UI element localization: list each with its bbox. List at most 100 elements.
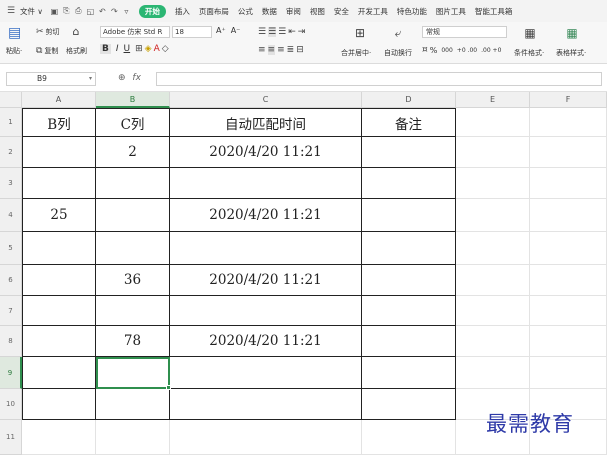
cell-e5[interactable] bbox=[456, 232, 530, 265]
cell-b5[interactable] bbox=[96, 232, 170, 265]
row-header-6[interactable]: 6 bbox=[0, 265, 22, 296]
row-header-10[interactable]: 10 bbox=[0, 389, 22, 420]
cell-b10[interactable] bbox=[96, 389, 170, 420]
cell-e4[interactable] bbox=[456, 199, 530, 232]
zoom-icon[interactable]: ⊕ bbox=[118, 73, 126, 83]
file-menu[interactable]: 文件 ∨ bbox=[20, 6, 43, 17]
cell-a2[interactable] bbox=[22, 137, 96, 168]
align-center-icon[interactable]: ≡ bbox=[267, 45, 276, 55]
tab-developer[interactable]: 开发工具 bbox=[358, 6, 388, 17]
merge-center-button[interactable]: 合并居中· bbox=[341, 48, 371, 58]
cell-a8[interactable] bbox=[22, 326, 96, 357]
column-header-e[interactable]: E bbox=[456, 92, 530, 108]
column-header-b[interactable]: B bbox=[96, 92, 170, 108]
row-header-1[interactable]: 1 bbox=[0, 108, 22, 137]
cell-d6[interactable] bbox=[362, 265, 456, 296]
quick-access-dropdown-icon[interactable]: ▿ bbox=[121, 7, 132, 16]
cell-d9[interactable] bbox=[362, 357, 456, 389]
tab-view[interactable]: 视图 bbox=[310, 6, 325, 17]
shrink-font-button[interactable]: A⁻ bbox=[231, 26, 241, 35]
cut-button[interactable]: ✂ 剪切 bbox=[36, 27, 60, 37]
decrease-indent-icon[interactable]: ⇤ bbox=[288, 27, 296, 37]
cell-c2[interactable]: 2020/4/20 11:21 bbox=[170, 137, 362, 168]
cell-a6[interactable] bbox=[22, 265, 96, 296]
format-painter-button[interactable]: ⌂ bbox=[70, 25, 82, 38]
align-bottom-icon[interactable]: ☰ bbox=[278, 27, 286, 37]
wrap-text-button[interactable]: 自动换行 bbox=[384, 48, 412, 58]
increase-decimal-button[interactable]: +0 .00 bbox=[457, 47, 477, 54]
cell-f1[interactable] bbox=[530, 108, 607, 137]
cell-b7[interactable] bbox=[96, 296, 170, 326]
cell-b4[interactable] bbox=[96, 199, 170, 232]
menu-icon[interactable]: ☰ bbox=[4, 6, 18, 16]
name-box[interactable]: B9 ▾ bbox=[6, 72, 96, 86]
cell-c6[interactable]: 2020/4/20 11:21 bbox=[170, 265, 362, 296]
align-top-icon[interactable]: ☰ bbox=[258, 27, 266, 37]
table-style-button[interactable]: 表格样式· bbox=[556, 48, 586, 58]
column-header-d[interactable]: D bbox=[362, 92, 456, 108]
border-icon[interactable]: ⊞ bbox=[135, 44, 143, 54]
percent-button[interactable]: % bbox=[430, 46, 438, 55]
paste-label[interactable]: 粘贴· bbox=[6, 46, 22, 56]
print-icon[interactable]: ⎙ bbox=[73, 6, 84, 16]
cell-b9[interactable] bbox=[96, 357, 170, 389]
number-format-select[interactable]: 常规 bbox=[422, 26, 507, 38]
cell-c3[interactable] bbox=[170, 168, 362, 199]
bold-button[interactable]: B bbox=[100, 44, 111, 54]
cell-a9[interactable] bbox=[22, 357, 96, 389]
cell-c10[interactable] bbox=[170, 389, 362, 420]
print-preview-icon[interactable]: ◱ bbox=[85, 7, 96, 16]
cell-b1[interactable]: C列 bbox=[96, 108, 170, 137]
font-name-select[interactable]: Adobe 仿宋 Std R bbox=[100, 26, 170, 38]
thousands-button[interactable]: 000 bbox=[441, 47, 452, 54]
cell-c5[interactable] bbox=[170, 232, 362, 265]
cell-a1[interactable]: B列 bbox=[22, 108, 96, 137]
column-header-f[interactable]: F bbox=[530, 92, 607, 108]
cell-d5[interactable] bbox=[362, 232, 456, 265]
cell-d7[interactable] bbox=[362, 296, 456, 326]
cell-a11[interactable] bbox=[22, 420, 96, 455]
cell-a4[interactable]: 25 bbox=[22, 199, 96, 232]
cell-f2[interactable] bbox=[530, 137, 607, 168]
cell-b2[interactable]: 2 bbox=[96, 137, 170, 168]
cell-f9[interactable] bbox=[530, 357, 607, 389]
increase-indent-icon[interactable]: ⇥ bbox=[298, 27, 306, 37]
tab-smart-toolbox[interactable]: 智能工具箱 bbox=[475, 6, 513, 17]
cell-f7[interactable] bbox=[530, 296, 607, 326]
cell-b8[interactable]: 78 bbox=[96, 326, 170, 357]
cell-b11[interactable] bbox=[96, 420, 170, 455]
tab-start[interactable]: 开始 bbox=[138, 4, 166, 18]
row-header-11[interactable]: 11 bbox=[0, 420, 22, 455]
underline-button[interactable]: U bbox=[124, 44, 131, 54]
row-header-9[interactable]: 9 bbox=[0, 357, 22, 389]
save-icon[interactable]: ▣ bbox=[49, 7, 60, 16]
cell-d2[interactable] bbox=[362, 137, 456, 168]
tab-security[interactable]: 安全 bbox=[334, 6, 349, 17]
row-header-2[interactable]: 2 bbox=[0, 137, 22, 168]
cell-d11[interactable] bbox=[362, 420, 456, 455]
cell-a7[interactable] bbox=[22, 296, 96, 326]
cell-e8[interactable] bbox=[456, 326, 530, 357]
cell-f3[interactable] bbox=[530, 168, 607, 199]
clear-format-icon[interactable]: ◇ bbox=[162, 44, 169, 54]
cell-c7[interactable] bbox=[170, 296, 362, 326]
tab-formulas[interactable]: 公式 bbox=[238, 6, 253, 17]
cell-c9[interactable] bbox=[170, 357, 362, 389]
formula-input[interactable] bbox=[156, 72, 602, 86]
align-right-icon[interactable]: ≡ bbox=[277, 45, 285, 55]
cell-f4[interactable] bbox=[530, 199, 607, 232]
cell-d8[interactable] bbox=[362, 326, 456, 357]
distribute-icon[interactable]: ⊟ bbox=[296, 45, 304, 55]
name-box-dropdown-icon[interactable]: ▾ bbox=[89, 73, 92, 85]
cell-a3[interactable] bbox=[22, 168, 96, 199]
tab-picture-tools[interactable]: 图片工具 bbox=[436, 6, 466, 17]
decrease-decimal-button[interactable]: .00 +0 bbox=[481, 47, 501, 54]
row-header-8[interactable]: 8 bbox=[0, 326, 22, 357]
cell-c1[interactable]: 自动匹配时间 bbox=[170, 108, 362, 137]
cell-f8[interactable] bbox=[530, 326, 607, 357]
row-header-7[interactable]: 7 bbox=[0, 296, 22, 326]
cell-e6[interactable] bbox=[456, 265, 530, 296]
cell-e9[interactable] bbox=[456, 357, 530, 389]
tab-insert[interactable]: 插入 bbox=[175, 6, 190, 17]
grow-font-button[interactable]: A⁺ bbox=[216, 26, 226, 35]
